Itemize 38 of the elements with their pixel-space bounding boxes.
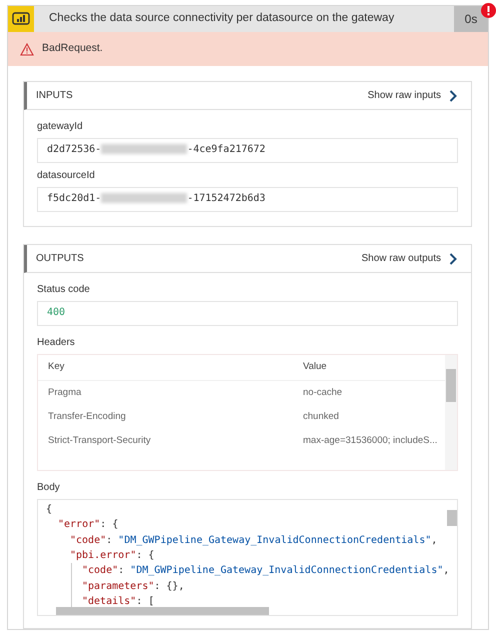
code-line: "code": "DM_GWPipeline_Gateway_InvalidConnectionCredentials", — [82, 564, 450, 578]
chevron-right-icon — [449, 90, 457, 102]
horizontal-scrollbar[interactable] — [56, 607, 269, 616]
table-cell-text: max-age=31536000; includeS... — [303, 434, 438, 448]
field-label: datasourceId — [37, 169, 96, 184]
status-code-field: 400 — [37, 301, 458, 326]
table-cell-text: Transfer-Encoding — [47, 410, 127, 424]
input-field: d2d72536- -4ce9fa217672 — [37, 138, 458, 164]
input-field: f5dc20d1- -17152472b6d3 — [37, 187, 458, 212]
code-line: "error": { — [58, 518, 118, 532]
table-cell-text: Pragma — [47, 386, 82, 400]
table-cell-text: Strict-Transport-Security — [47, 434, 152, 448]
column-header: Key — [47, 360, 66, 374]
warning-icon — [20, 42, 34, 56]
code-line: "code": "DM_GWPipeline_Gateway_InvalidConnectionCredentials", — [70, 534, 438, 548]
field-label: Headers — [37, 336, 76, 350]
section-heading: INPUTS — [36, 89, 73, 104]
vertical-scrollbar[interactable] — [447, 510, 457, 526]
code-line: "pbi.error": { — [70, 548, 154, 563]
vertical-scrollbar[interactable] — [445, 355, 457, 470]
show-raw-link[interactable]: Show raw inputs — [368, 88, 457, 104]
error-message: BadRequest. — [42, 41, 103, 56]
action-header[interactable]: Checks the data source connectivity per datasource on the gateway 0s — [8, 6, 488, 32]
field-label: gatewayId — [37, 120, 84, 134]
table-cell-text: chunked — [303, 410, 340, 424]
field-label: Body — [37, 481, 61, 496]
action-title: Checks the data source connectivity per datasource on the gateway — [48, 11, 396, 26]
powerbi-icon — [8, 6, 34, 32]
column-header: Value — [303, 360, 328, 374]
section-heading: OUTPUTS — [36, 252, 84, 266]
table-cell-text: no-cache — [303, 386, 344, 400]
chevron-right-icon — [449, 252, 457, 265]
field-label: Status code — [37, 283, 91, 298]
code-line: "parameters": {}, — [82, 580, 184, 594]
code-line: "details": [ — [82, 594, 154, 609]
duration-label: 0s — [454, 6, 488, 32]
show-raw-link[interactable]: Show raw outputs — [362, 251, 457, 266]
code-line: { — [46, 503, 52, 518]
